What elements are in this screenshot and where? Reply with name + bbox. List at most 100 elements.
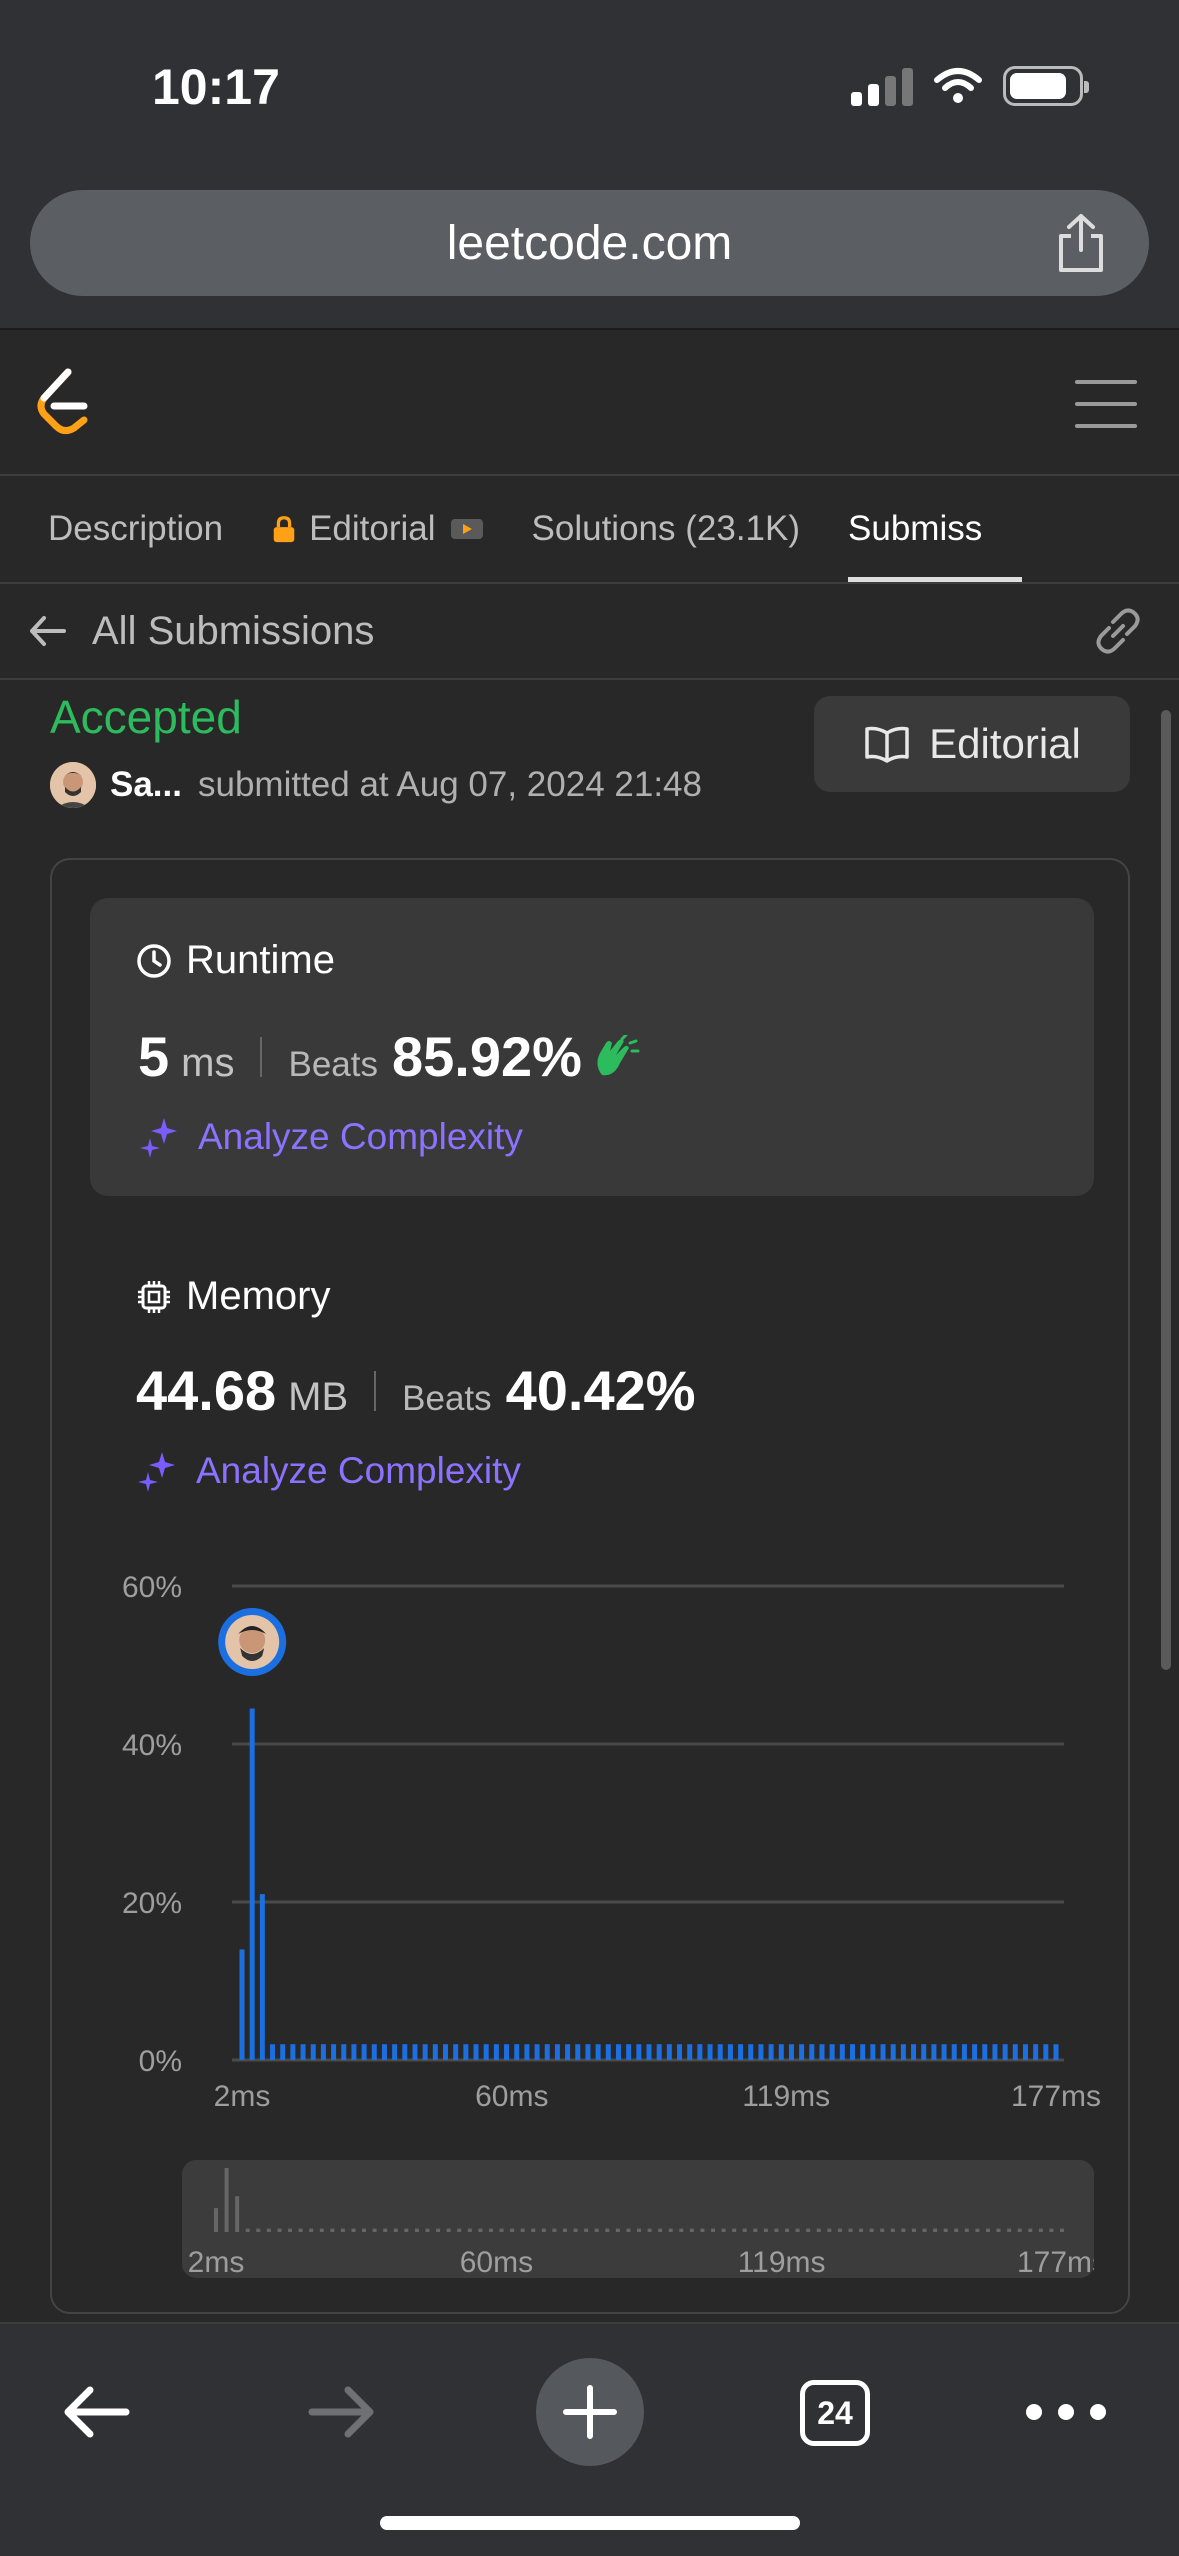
- chart-bar[interactable]: [290, 2044, 296, 2060]
- chart-bar[interactable]: [799, 2044, 805, 2060]
- chart-bar[interactable]: [453, 2044, 459, 2060]
- tab-description[interactable]: Description: [0, 476, 223, 582]
- chart-bar[interactable]: [320, 2044, 326, 2060]
- chart-bar[interactable]: [1012, 2044, 1018, 2060]
- chart-bar[interactable]: [412, 2044, 418, 2060]
- chart-bar[interactable]: [361, 2044, 367, 2060]
- chart-bar[interactable]: [636, 2044, 642, 2060]
- chart-bar[interactable]: [768, 2044, 774, 2060]
- chart-bar[interactable]: [972, 2044, 978, 2060]
- chart-bar[interactable]: [788, 2044, 794, 2060]
- chart-bar[interactable]: [514, 2044, 520, 2060]
- chart-bar[interactable]: [402, 2044, 408, 2060]
- chart-bar[interactable]: [809, 2044, 815, 2060]
- chart-bar[interactable]: [534, 2044, 540, 2060]
- forward-icon[interactable]: [306, 2382, 378, 2442]
- chart-bar[interactable]: [727, 2044, 733, 2060]
- share-icon[interactable]: [1053, 212, 1109, 274]
- chart-bar[interactable]: [595, 2044, 601, 2060]
- link-icon[interactable]: [1091, 606, 1145, 656]
- tab-editorial[interactable]: Editorial: [223, 476, 483, 582]
- chart-bar[interactable]: [778, 2044, 784, 2060]
- chart-bar[interactable]: [911, 2044, 917, 2060]
- chart-bar[interactable]: [656, 2044, 662, 2060]
- chart-bar[interactable]: [473, 2044, 479, 2060]
- your-submission-marker[interactable]: [218, 1608, 287, 1676]
- tab-solutions[interactable]: Solutions (23.1K): [484, 476, 800, 582]
- chart-bar[interactable]: [605, 2044, 611, 2060]
- chart-bar[interactable]: [392, 2044, 398, 2060]
- chart-bar[interactable]: [951, 2044, 957, 2060]
- chart-bar[interactable]: [860, 2044, 866, 2060]
- chart-bar[interactable]: [758, 2044, 764, 2060]
- chart-bar[interactable]: [483, 2044, 489, 2060]
- chart-bar[interactable]: [544, 2044, 550, 2060]
- chart-bar[interactable]: [921, 2044, 927, 2060]
- chart-bar[interactable]: [259, 1894, 265, 2060]
- chart-bar[interactable]: [677, 2044, 683, 2060]
- chart-range-navigator[interactable]: 2ms 60ms 119ms 177ms: [182, 2160, 1107, 2279]
- back-arrow-icon[interactable]: [28, 614, 68, 648]
- all-submissions-link[interactable]: All Submissions: [92, 609, 374, 654]
- chart-bar[interactable]: [707, 2044, 713, 2060]
- chart-bar[interactable]: [280, 2044, 286, 2060]
- chart-bar[interactable]: [931, 2044, 937, 2060]
- chart-bar[interactable]: [585, 2044, 591, 2060]
- chart-bar[interactable]: [371, 2044, 377, 2060]
- chart-bar[interactable]: [463, 2044, 469, 2060]
- chart-bar[interactable]: [443, 2044, 448, 2060]
- chart-bar[interactable]: [310, 2044, 316, 2060]
- chart-bar[interactable]: [524, 2044, 530, 2060]
- chart-bar[interactable]: [351, 2044, 357, 2060]
- chart-bar[interactable]: [493, 2044, 499, 2060]
- chart-bar[interactable]: [270, 2044, 276, 2060]
- runtime-distribution-chart[interactable]: 0% 20% 40% 60% 2ms 60ms 119ms 177ms: [52, 860, 1132, 2316]
- chart-bar[interactable]: [381, 2044, 387, 2060]
- chart-bar[interactable]: [829, 2044, 835, 2060]
- chart-bar[interactable]: [717, 2044, 723, 2060]
- more-icon[interactable]: [1026, 2404, 1106, 2420]
- chart-bar[interactable]: [666, 2044, 672, 2060]
- tabs-button[interactable]: 24: [800, 2380, 870, 2446]
- tab-submissions[interactable]: Submiss: [800, 476, 1023, 582]
- chart-bar[interactable]: [982, 2044, 988, 2060]
- chart-bar[interactable]: [1053, 2044, 1059, 2060]
- back-icon[interactable]: [60, 2382, 132, 2442]
- leetcode-logo-icon[interactable]: [34, 366, 94, 442]
- chart-bar[interactable]: [615, 2044, 621, 2060]
- scrollbar[interactable]: [1161, 710, 1171, 1670]
- chart-bar[interactable]: [992, 2044, 998, 2060]
- avatar[interactable]: [50, 762, 96, 808]
- chart-bar[interactable]: [850, 2044, 855, 2060]
- chart-bar[interactable]: [1002, 2044, 1008, 2060]
- chart-bar[interactable]: [331, 2044, 337, 2060]
- chart-bar[interactable]: [890, 2044, 896, 2060]
- chart-bar[interactable]: [880, 2044, 886, 2060]
- chart-bar[interactable]: [575, 2044, 581, 2060]
- chart-bar[interactable]: [239, 1949, 245, 2060]
- chart-bar[interactable]: [1033, 2044, 1039, 2060]
- chart-bar[interactable]: [870, 2044, 876, 2060]
- chart-bar[interactable]: [1043, 2044, 1049, 2060]
- url-bar[interactable]: leetcode.com: [30, 190, 1149, 296]
- new-tab-button[interactable]: [536, 2358, 644, 2466]
- chart-bar[interactable]: [554, 2044, 560, 2060]
- username[interactable]: Sa...: [110, 765, 182, 805]
- chart-bar[interactable]: [819, 2044, 825, 2060]
- chart-bar[interactable]: [504, 2044, 510, 2060]
- chart-bar[interactable]: [900, 2044, 906, 2060]
- chart-bar[interactable]: [300, 2044, 306, 2060]
- editorial-button[interactable]: Editorial: [814, 696, 1130, 792]
- chart-bar[interactable]: [1022, 2044, 1028, 2060]
- menu-icon[interactable]: [1075, 380, 1137, 446]
- chart-bar[interactable]: [839, 2044, 845, 2060]
- chart-bar[interactable]: [341, 2044, 347, 2060]
- chart-bar[interactable]: [687, 2044, 693, 2060]
- chart-bar[interactable]: [626, 2044, 632, 2060]
- chart-bar[interactable]: [738, 2044, 744, 2060]
- chart-bar[interactable]: [432, 2044, 438, 2060]
- chart-bar[interactable]: [941, 2044, 947, 2060]
- chart-bar[interactable]: [961, 2044, 967, 2060]
- chart-bar[interactable]: [646, 2044, 652, 2060]
- chart-bar[interactable]: [249, 1708, 255, 2060]
